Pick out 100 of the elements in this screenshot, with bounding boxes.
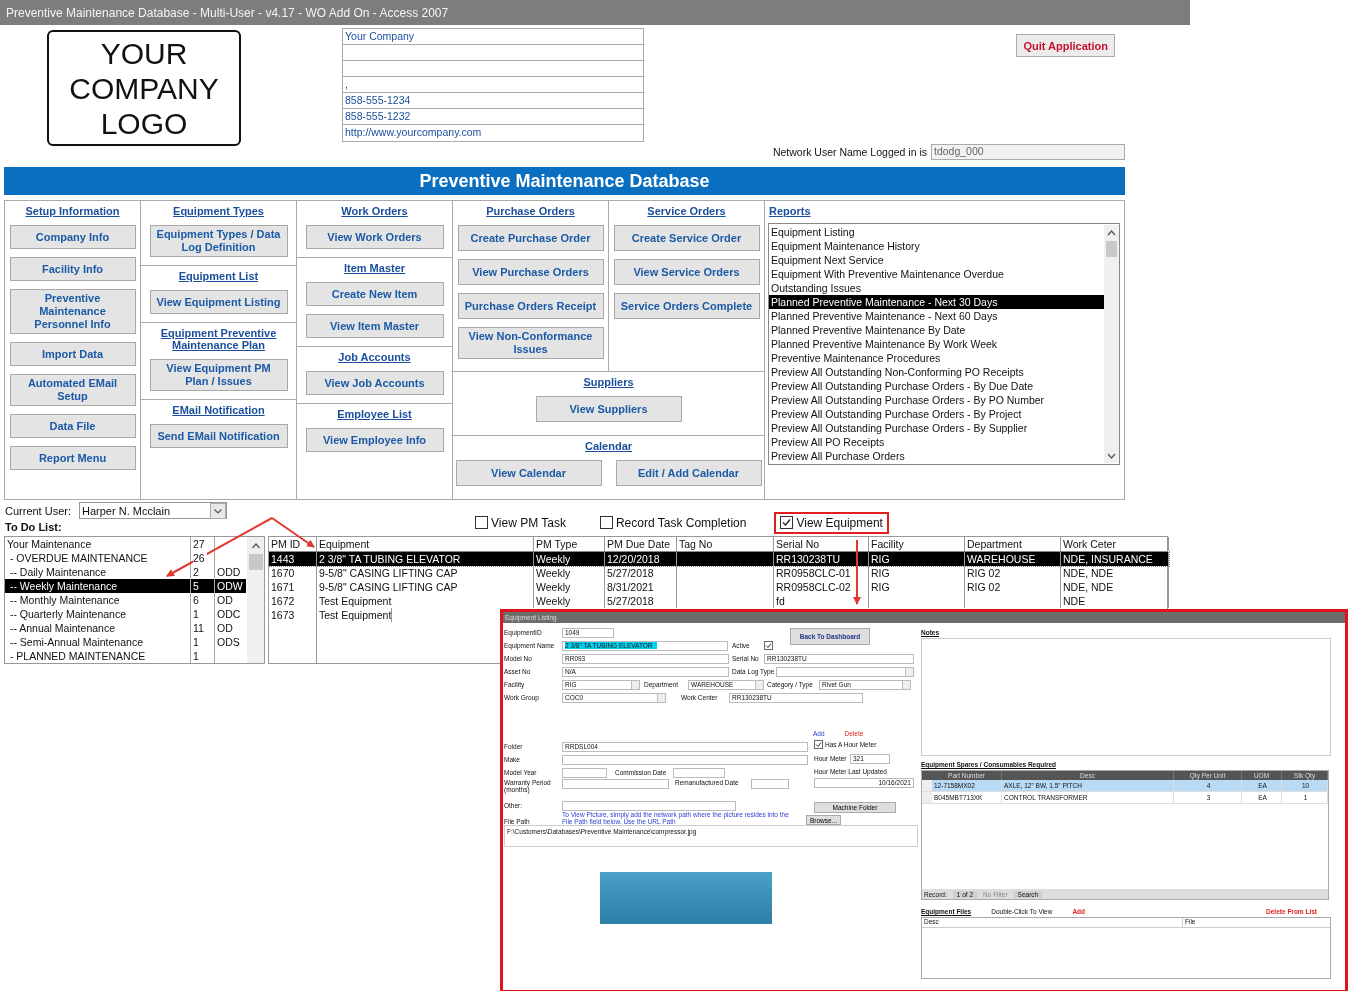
remanufactured-date-field[interactable] — [751, 779, 789, 789]
table-row[interactable]: 1673 Test Equipment — [269, 608, 393, 622]
todo-row[interactable]: -- Monthly Maintenance 6 OD — [5, 593, 246, 607]
menu-button[interactable]: View Service Orders — [613, 259, 760, 285]
section-link[interactable]: EMail Notification — [172, 404, 265, 416]
section-link[interactable]: Reports — [769, 205, 811, 217]
menu-button[interactable]: Create Purchase Order — [457, 225, 604, 251]
report-item[interactable]: Planned Preventive Maintenance - Next 60 Days — [769, 309, 1104, 323]
todo-row[interactable]: Your Maintenance 27 — [5, 537, 246, 551]
table-row[interactable]: 1672 Test Equipment Weekly 5/27/2018 fd NDE — [269, 594, 1169, 608]
section-link[interactable]: Equipment Preventive Maintenance Plan — [145, 327, 292, 351]
menu-button[interactable]: Report Menu — [9, 446, 136, 470]
section-link[interactable]: Equipment Types — [173, 205, 264, 217]
report-item[interactable]: Equipment Listing — [769, 225, 1104, 239]
current-user-label: Current User: — [5, 504, 72, 517]
section-link[interactable]: Setup Information — [25, 205, 120, 217]
section-link[interactable]: Work Orders — [341, 205, 408, 217]
todo-row[interactable]: - OVERDUE MAINTENANCE 26 — [5, 551, 246, 565]
checkbox[interactable] — [475, 516, 488, 529]
menu-button[interactable]: Create New Item — [305, 282, 444, 306]
menu-button[interactable]: Edit / Add Calendar — [615, 460, 762, 486]
checkbox[interactable] — [780, 516, 794, 529]
menu-button[interactable]: Facility Info — [9, 257, 136, 281]
other-field[interactable] — [562, 800, 736, 811]
menu-button[interactable]: Preventive Maintenance Personnel Info — [9, 289, 136, 334]
report-item[interactable]: Preventive Maintenance Procedures — [769, 351, 1104, 365]
menu-button[interactable]: Data File — [9, 414, 136, 438]
menu-button[interactable]: Company Info — [9, 225, 136, 249]
menu-button[interactable]: Create Service Order — [613, 225, 760, 251]
menu-button[interactable]: Service Orders Complete — [613, 293, 760, 319]
menu-button[interactable]: Import Data — [9, 342, 136, 366]
section-link[interactable]: Service Orders — [647, 205, 726, 217]
report-item[interactable]: Planned Preventive Maintenance By Date — [769, 323, 1104, 337]
menu-button[interactable]: View Employee Info — [305, 428, 444, 452]
company-info-field[interactable]: , — [343, 77, 643, 93]
report-item[interactable]: Preview All Outstanding Purchase Orders - By PO Number — [769, 393, 1104, 407]
report-item[interactable]: Outstanding Issues — [769, 281, 1104, 295]
table-row[interactable]: 1671 9-5/8" CASING LIFTING CAP Weekly 8/31/2021 RR0958CLC-02 RIG RIG 02 NDE, NDE — [269, 580, 1169, 594]
window-title: Preventive Maintenance Database - Multi-User - v4.17 - WO Add On - Access 2007 — [6, 5, 449, 20]
menu-button[interactable]: View Equipment Listing — [149, 290, 288, 314]
menu-button[interactable]: View Item Master — [305, 314, 444, 338]
report-item[interactable]: Preview All Outstanding Purchase Orders - By Project — [769, 407, 1104, 421]
checkbox[interactable] — [814, 740, 823, 749]
table-row[interactable]: 1670 9-5/8" CASING LIFTING CAP Weekly 5/27/2018 RR0958CLC-01 RIG RIG 02 NDE, NDE — [269, 566, 1169, 580]
checkbox-option[interactable]: View Equipment — [780, 515, 883, 530]
network-user-field[interactable]: tdodg_000 — [931, 144, 1125, 160]
checkbox-option[interactable]: Record Task Completion — [599, 515, 747, 530]
user-dropdown[interactable]: Harper N. Mcclain — [79, 502, 228, 519]
section-link[interactable]: Purchase Orders — [486, 205, 575, 217]
menu-button[interactable]: View Calendar — [455, 460, 602, 486]
company-info-field[interactable]: 858-555-1232 — [343, 109, 643, 125]
quit-button[interactable]: Quit Application — [1016, 34, 1115, 57]
report-item[interactable]: Equipment With Preventive Maintenance Overdue — [769, 267, 1104, 281]
menu-button[interactable]: Send EMail Notification — [149, 424, 288, 448]
report-item[interactable]: Preview All Purchase Orders — [769, 449, 1104, 463]
report-item[interactable]: Equipment Next Service — [769, 253, 1104, 267]
checkbox-option[interactable]: View PM Task — [475, 515, 566, 530]
menu-button[interactable]: Purchase Orders Receipt — [457, 293, 604, 319]
report-item[interactable]: Preview All Outstanding Purchase Orders - By Due Date — [769, 379, 1104, 393]
scrollbar[interactable] — [247, 537, 264, 663]
report-item[interactable]: Planned Preventive Maintenance - Next 30 Days — [769, 295, 1104, 309]
menu-button[interactable]: Automated EMail Setup — [9, 374, 136, 406]
commission-date-field[interactable] — [673, 767, 725, 778]
todo-row[interactable]: -- Semi-Annual Maintenance 1 ODS — [5, 635, 246, 649]
company-info-field[interactable]: http://www.yourcompany.com — [343, 125, 643, 141]
section-link[interactable]: Suppliers — [583, 376, 634, 388]
make-field[interactable] — [562, 754, 808, 765]
scrollbar[interactable] — [1104, 225, 1119, 463]
section-link[interactable]: Calendar — [584, 440, 633, 452]
company-info-field[interactable]: 858-555-1234 — [343, 93, 643, 109]
report-item[interactable]: Preview All Outstanding Non-Conforming PO Receipts — [769, 365, 1104, 379]
model-year-field[interactable] — [562, 767, 607, 778]
menu-button[interactable]: View Non-Conformance Issues — [457, 327, 604, 359]
checkbox[interactable] — [599, 516, 613, 529]
menu-button[interactable]: View Purchase Orders — [457, 259, 604, 285]
menu-button[interactable]: View Job Accounts — [305, 371, 444, 395]
section-link[interactable]: Item Master — [343, 262, 406, 274]
warranty-period-field[interactable] — [562, 779, 669, 789]
notes-field[interactable] — [921, 638, 1331, 756]
todo-list-label: To Do List: — [5, 521, 63, 533]
table-row[interactable]: 1443 2 3/8" TA TUBING ELEVATOR Weekly 12/20/2018 RR130238TU RIG WAREHOUSE NDE, INSURANCE — [269, 552, 1169, 566]
menu-button[interactable]: View Suppliers — [535, 396, 682, 422]
section-link[interactable]: Employee List — [337, 408, 412, 420]
menu-button[interactable]: View Work Orders — [305, 225, 444, 249]
section-link[interactable]: Job Accounts — [338, 351, 411, 363]
menu-button[interactable]: Equipment Types / Data Log Definition — [149, 225, 288, 257]
report-item[interactable]: Preview All Outstanding Purchase Orders - By Supplier — [769, 421, 1104, 435]
network-user-label: Network User Name Logged in is — [772, 146, 927, 158]
section-link[interactable]: Equipment List — [178, 270, 259, 282]
data-log-type-dropdown[interactable] — [776, 666, 914, 677]
report-item[interactable]: Planned Preventive Maintenance By Work Week — [769, 337, 1104, 351]
checkbox[interactable] — [764, 641, 773, 650]
company-info-field[interactable]: Your Company — [343, 29, 643, 45]
todo-row[interactable]: - PLANNED MAINTENANCE 1 — [5, 649, 246, 663]
todo-row[interactable]: -- Quarterly Maintenance 1 ODC — [5, 607, 246, 621]
todo-row[interactable]: -- Weekly Maintenance 5 ODW — [5, 579, 246, 593]
menu-button[interactable]: View Equipment PM Plan / Issues — [149, 359, 288, 391]
report-item[interactable]: Equipment Maintenance History — [769, 239, 1104, 253]
report-item[interactable]: Preview All PO Receipts — [769, 435, 1104, 449]
todo-row[interactable]: -- Annual Maintenance 11 OD — [5, 621, 246, 635]
